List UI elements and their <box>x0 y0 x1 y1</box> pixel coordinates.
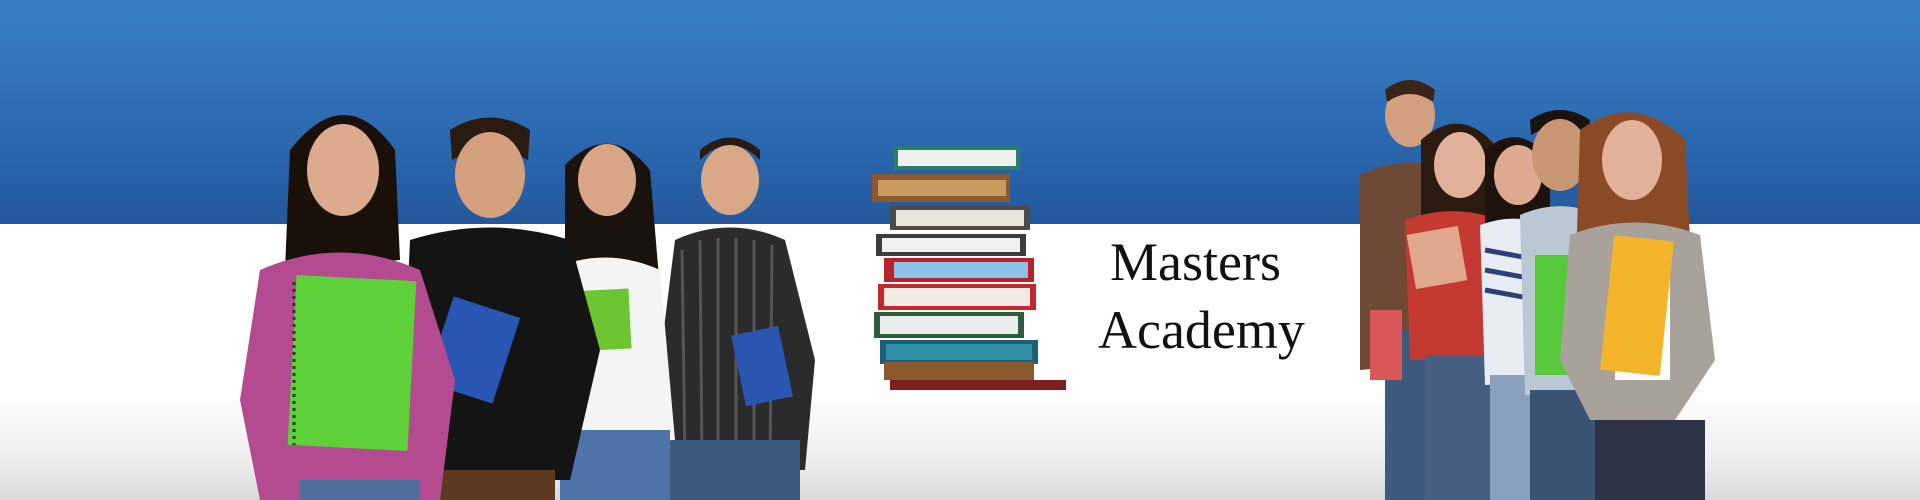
brand-title-line-1: Masters <box>1110 232 1281 292</box>
brand-title: Masters Academy <box>1098 228 1348 364</box>
students-group-left-illustration <box>240 115 815 500</box>
brand-title-line-2: Academy <box>1098 300 1305 360</box>
book-stack-illustration <box>872 146 1066 390</box>
student-4 <box>660 137 815 500</box>
student-1 <box>240 115 455 500</box>
hero-banner: Masters Academy <box>0 0 1920 500</box>
students-group-right-photo <box>1345 0 1750 500</box>
students-group-left-photo <box>230 0 830 500</box>
students-group-right-illustration <box>1360 80 1715 500</box>
book-stack-icon <box>860 140 1100 390</box>
